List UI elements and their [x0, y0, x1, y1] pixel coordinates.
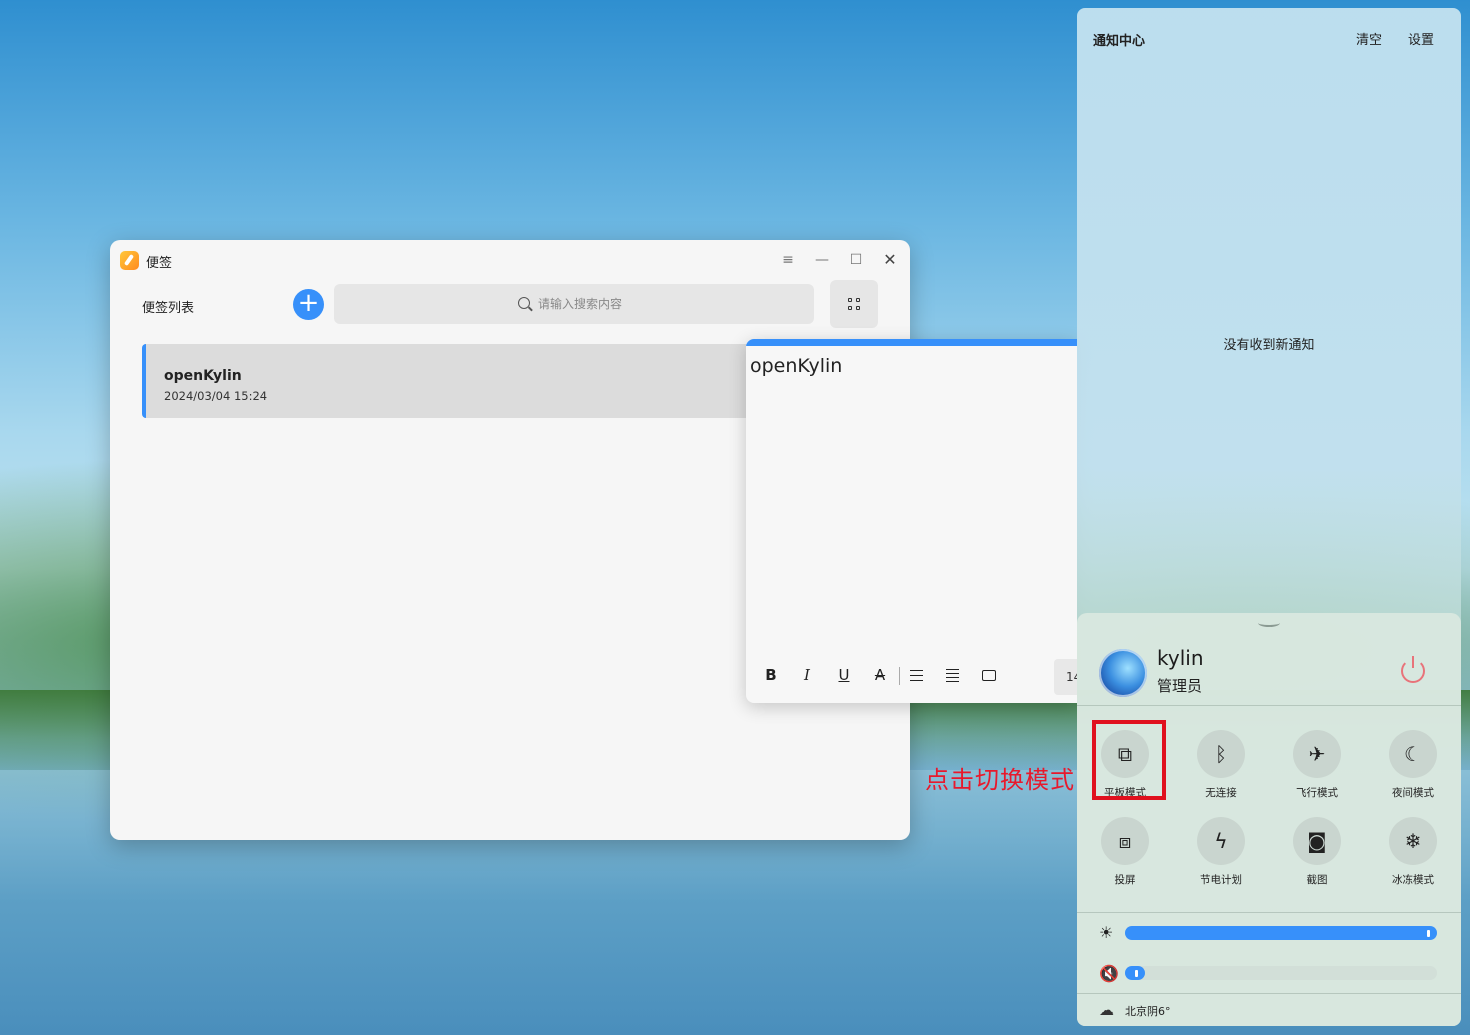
avatar[interactable]	[1099, 649, 1147, 697]
notification-center-title: 通知中心	[1093, 34, 1146, 49]
editor-content[interactable]: openKylin	[750, 355, 842, 377]
airplane-icon: ✈	[1293, 730, 1341, 778]
tile-bluetooth[interactable]: ᛒ 无连接	[1185, 730, 1257, 806]
strikethrough-button[interactable]: A	[869, 664, 891, 686]
tile-airplane-mode[interactable]: ✈ 飞行模式	[1281, 730, 1353, 806]
note-editor-window: openKylin B I U A 14	[746, 339, 1077, 703]
tile-label: 节电计划	[1200, 874, 1242, 886]
add-note-button[interactable]: +	[293, 289, 324, 320]
insert-image-icon[interactable]	[982, 670, 996, 681]
camera-icon: ◙	[1293, 817, 1341, 865]
close-button[interactable]: ✕	[880, 250, 900, 270]
power-saving-icon: ϟ	[1197, 817, 1245, 865]
clear-button[interactable]: 清空	[1356, 29, 1382, 48]
screen-cast-icon: ⧈	[1101, 817, 1149, 865]
editor-color-bar	[746, 339, 1077, 346]
tile-night-mode[interactable]: ☾ 夜间模式	[1377, 730, 1449, 806]
italic-button[interactable]: I	[796, 664, 818, 686]
note-list-item[interactable]: openKylin 2024/03/04 15:24	[142, 344, 762, 418]
search-icon	[518, 297, 530, 309]
quick-settings-panel: kylin 管理员 ⧉ 平板模式 ᛒ 无连接 ✈ 飞行模式 ☾ 夜间模式 ⧈ 投…	[1077, 613, 1461, 1026]
power-icon[interactable]	[1401, 656, 1425, 683]
annotation-text: 点击切换模式	[925, 766, 1075, 794]
user-role: 管理员	[1157, 677, 1203, 695]
notification-center: 通知中心 清空 设置 没有收到新通知 kylin 管理员 ⧉ 平板模式 ᛒ 无连…	[1077, 8, 1461, 1026]
volume-slider[interactable]	[1125, 966, 1437, 980]
brightness-slider[interactable]	[1125, 926, 1437, 940]
numbered-list-icon[interactable]	[946, 669, 959, 683]
snowflake-icon: ❄	[1389, 817, 1437, 865]
tile-power-saving[interactable]: ϟ 节电计划	[1185, 817, 1257, 893]
tile-label: 无连接	[1205, 787, 1237, 799]
window-title: 便签	[146, 256, 173, 271]
tile-screen-cast[interactable]: ⧈ 投屏	[1089, 817, 1161, 893]
bold-button[interactable]: B	[760, 664, 782, 686]
weather-cloudy-icon: ☁	[1099, 1001, 1114, 1019]
grid-view-button[interactable]	[830, 280, 878, 328]
divider	[1077, 993, 1461, 994]
brightness-fill	[1125, 926, 1437, 940]
tile-label: 冰冻模式	[1392, 874, 1434, 886]
highlight-box	[1092, 720, 1166, 800]
note-date: 2024/03/04 15:24	[164, 389, 268, 403]
user-name: kylin	[1157, 646, 1204, 670]
tile-label: 夜间模式	[1392, 787, 1434, 799]
maximize-button[interactable]: ☐	[846, 250, 866, 270]
bluetooth-icon: ᛒ	[1197, 730, 1245, 778]
settings-button[interactable]: 设置	[1408, 29, 1434, 48]
notes-app-icon	[120, 251, 139, 270]
volume-mute-icon[interactable]: 🔇	[1099, 964, 1119, 983]
notes-list-title: 便签列表	[142, 301, 195, 316]
tile-label: 截图	[1306, 874, 1328, 886]
minimize-button[interactable]: —	[812, 250, 832, 270]
search-input[interactable]	[538, 294, 738, 314]
tile-screenshot[interactable]: ◙ 截图	[1281, 817, 1353, 893]
volume-knob[interactable]	[1135, 970, 1138, 977]
tile-label: 投屏	[1114, 874, 1136, 886]
divider	[1077, 912, 1461, 913]
search-box[interactable]	[334, 284, 814, 324]
underline-button[interactable]: U	[833, 664, 855, 686]
divider	[1077, 705, 1461, 706]
empty-notification-message: 没有收到新通知	[1223, 338, 1315, 353]
collapse-chevron-icon[interactable]	[1258, 619, 1280, 627]
font-size-selector[interactable]: 14	[1054, 659, 1077, 695]
title-bar: 便签 ≡ — ☐ ✕	[110, 240, 910, 280]
menu-button[interactable]: ≡	[778, 250, 798, 270]
tile-label: 飞行模式	[1296, 787, 1338, 799]
toolbar-separator	[899, 667, 900, 685]
bullet-list-icon[interactable]	[910, 669, 923, 682]
moon-icon: ☾	[1389, 730, 1437, 778]
note-title: openKylin	[164, 368, 242, 384]
tile-freeze-mode[interactable]: ❄ 冰冻模式	[1377, 817, 1449, 893]
weather-text: 北京阴6°	[1125, 1005, 1171, 1018]
brightness-icon: ☀	[1099, 923, 1114, 942]
brightness-knob[interactable]	[1427, 930, 1430, 937]
